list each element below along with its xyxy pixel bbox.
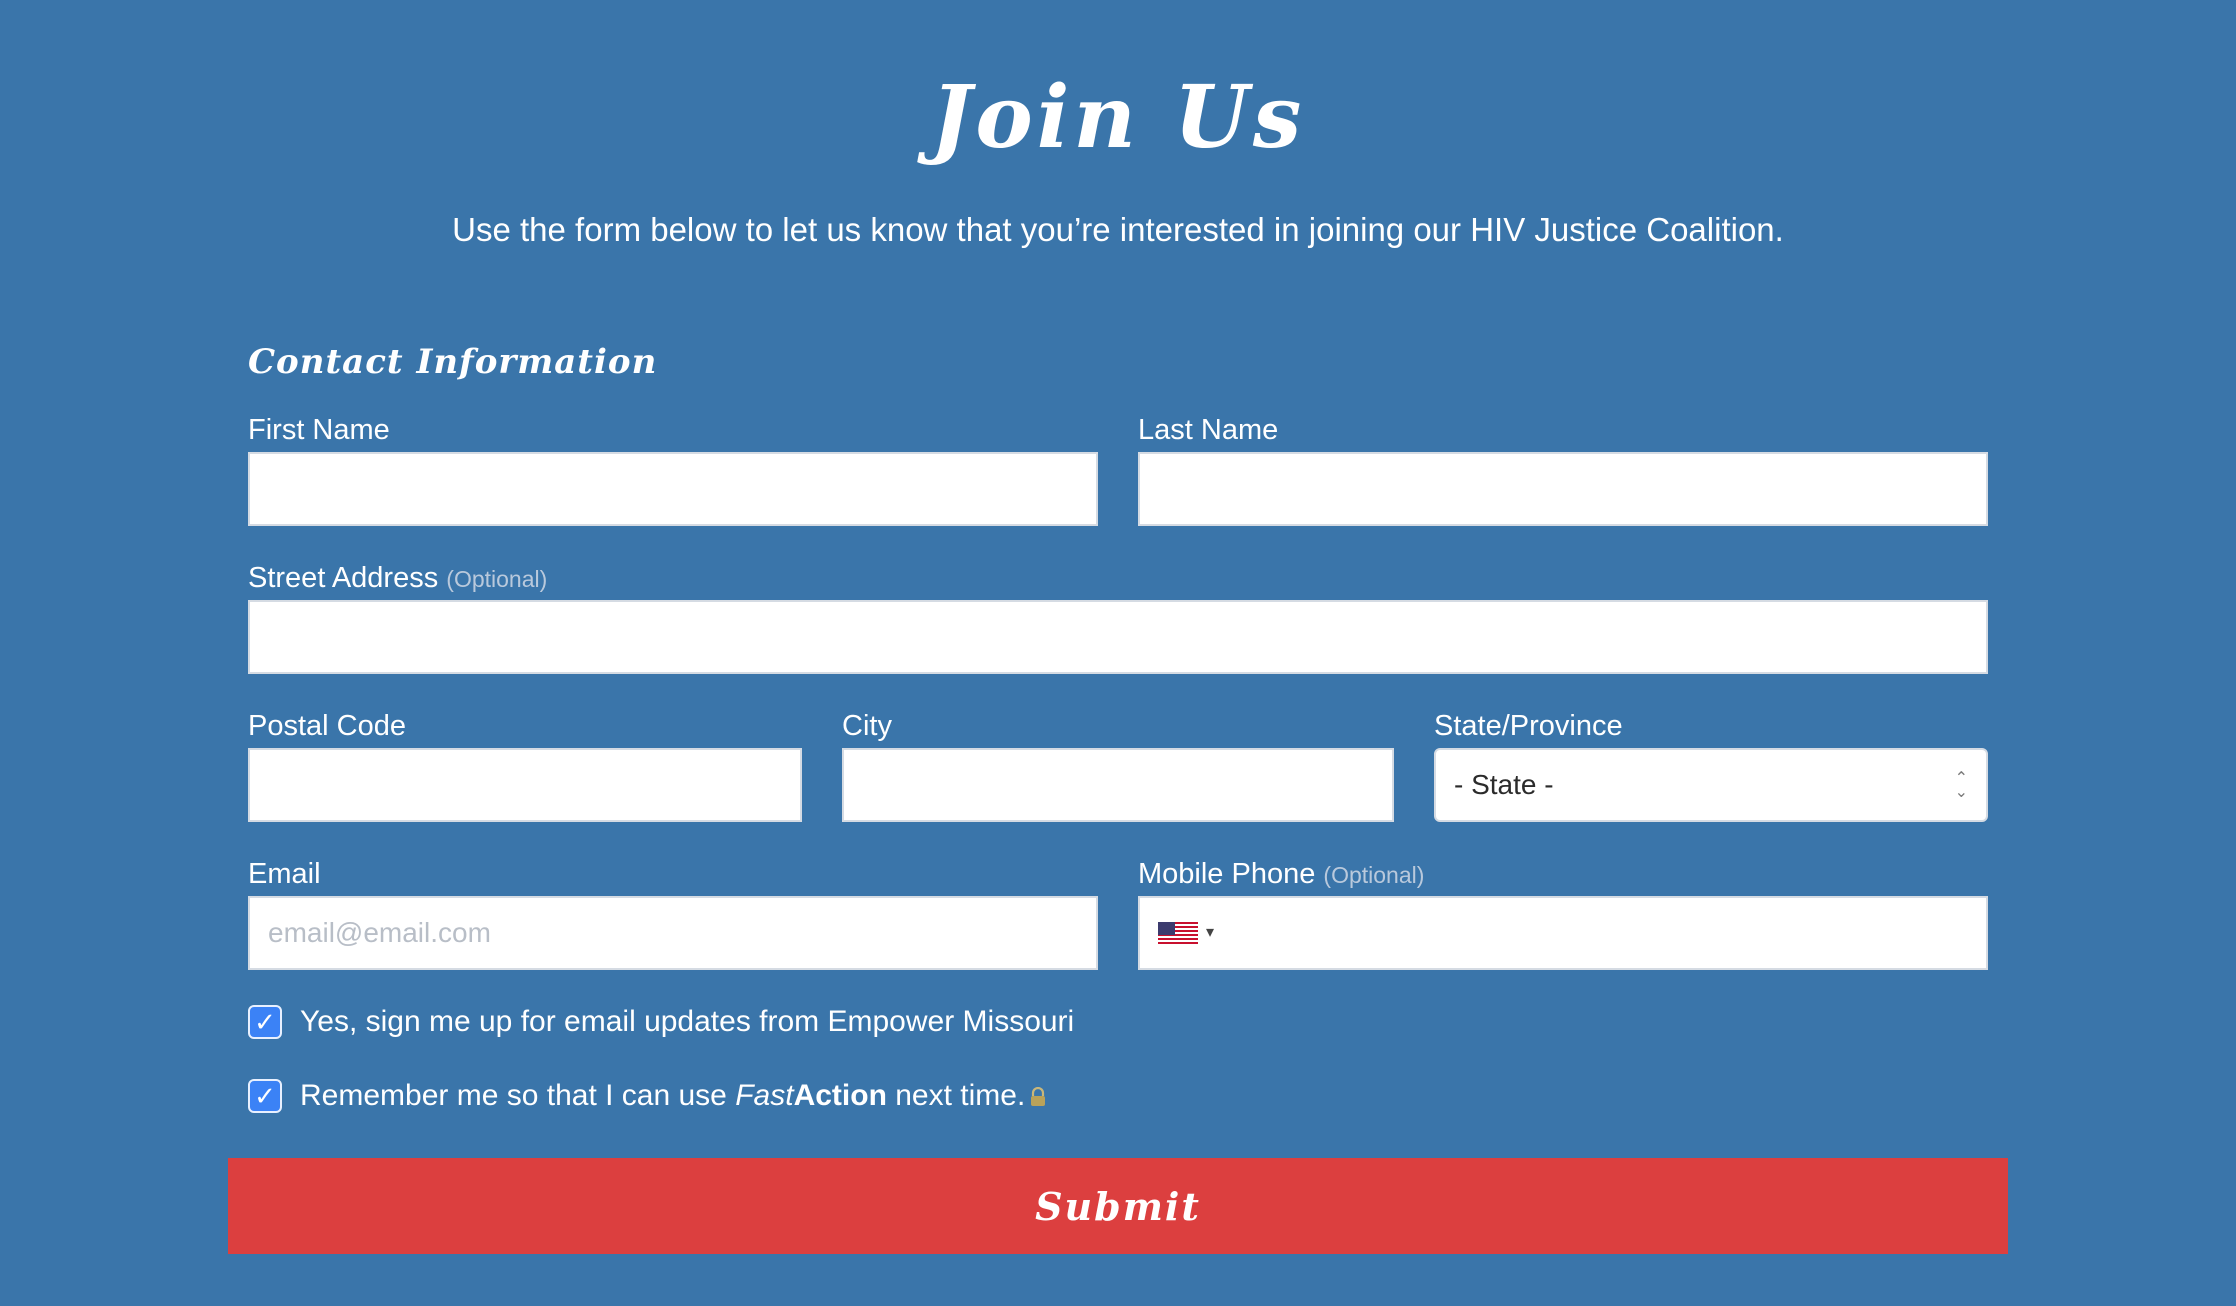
email-updates-checkbox-row[interactable]: ✓ Yes, sign me up for email updates from… xyxy=(248,1004,1074,1040)
email-input[interactable] xyxy=(248,896,1098,970)
city-input[interactable] xyxy=(842,748,1394,822)
section-heading-contact: Contact Information xyxy=(248,342,658,382)
state-label: State/Province xyxy=(1434,710,1623,742)
street-address-input[interactable] xyxy=(248,600,1988,674)
fastaction-action: Action xyxy=(793,1079,887,1112)
remember-me-prefix: Remember me so that I can use xyxy=(300,1079,736,1112)
remember-me-label: Remember me so that I can use FastAction… xyxy=(300,1078,1047,1114)
street-address-label: Street Address xyxy=(248,562,439,594)
postal-code-label: Postal Code xyxy=(248,710,406,742)
postal-code-input[interactable] xyxy=(248,748,802,822)
mobile-phone-label-wrap: Mobile Phone (Optional) xyxy=(1138,856,1424,893)
lock-icon xyxy=(1031,1087,1046,1106)
mobile-phone-optional: (Optional) xyxy=(1323,862,1425,888)
mobile-phone-label: Mobile Phone xyxy=(1138,858,1316,890)
street-address-optional: (Optional) xyxy=(446,566,548,592)
submit-button[interactable]: Submit xyxy=(228,1158,2008,1254)
state-select-value: - State - xyxy=(1454,769,1554,800)
country-dropdown-icon[interactable]: ▾ xyxy=(1206,922,1214,942)
email-updates-label: Yes, sign me up for email updates from E… xyxy=(300,1005,1075,1038)
email-updates-checkbox[interactable]: ✓ xyxy=(248,1005,282,1039)
last-name-input[interactable] xyxy=(1138,452,1988,526)
street-address-label-wrap: Street Address (Optional) xyxy=(248,560,547,597)
city-label: City xyxy=(842,710,892,742)
page-title: Join Us xyxy=(930,67,1306,168)
remember-me-checkbox-row[interactable]: ✓ Remember me so that I can use FastActi… xyxy=(248,1078,1047,1114)
page-subtitle: Use the form below to let us know that y… xyxy=(452,211,1784,248)
email-label: Email xyxy=(248,858,321,890)
first-name-label: First Name xyxy=(248,414,390,446)
first-name-input[interactable] xyxy=(248,452,1098,526)
select-arrows-icon: ⌃ ⌄ xyxy=(1954,770,1968,801)
remember-me-checkbox[interactable]: ✓ xyxy=(248,1079,282,1113)
remember-me-suffix: next time. xyxy=(886,1079,1026,1112)
state-select[interactable]: - State - ⌃ ⌄ xyxy=(1434,748,1988,822)
fastaction-fast: Fast xyxy=(735,1079,794,1112)
us-flag-icon[interactable] xyxy=(1158,922,1198,946)
last-name-label: Last Name xyxy=(1138,414,1279,446)
mobile-phone-input[interactable]: ▾ xyxy=(1138,896,1988,970)
